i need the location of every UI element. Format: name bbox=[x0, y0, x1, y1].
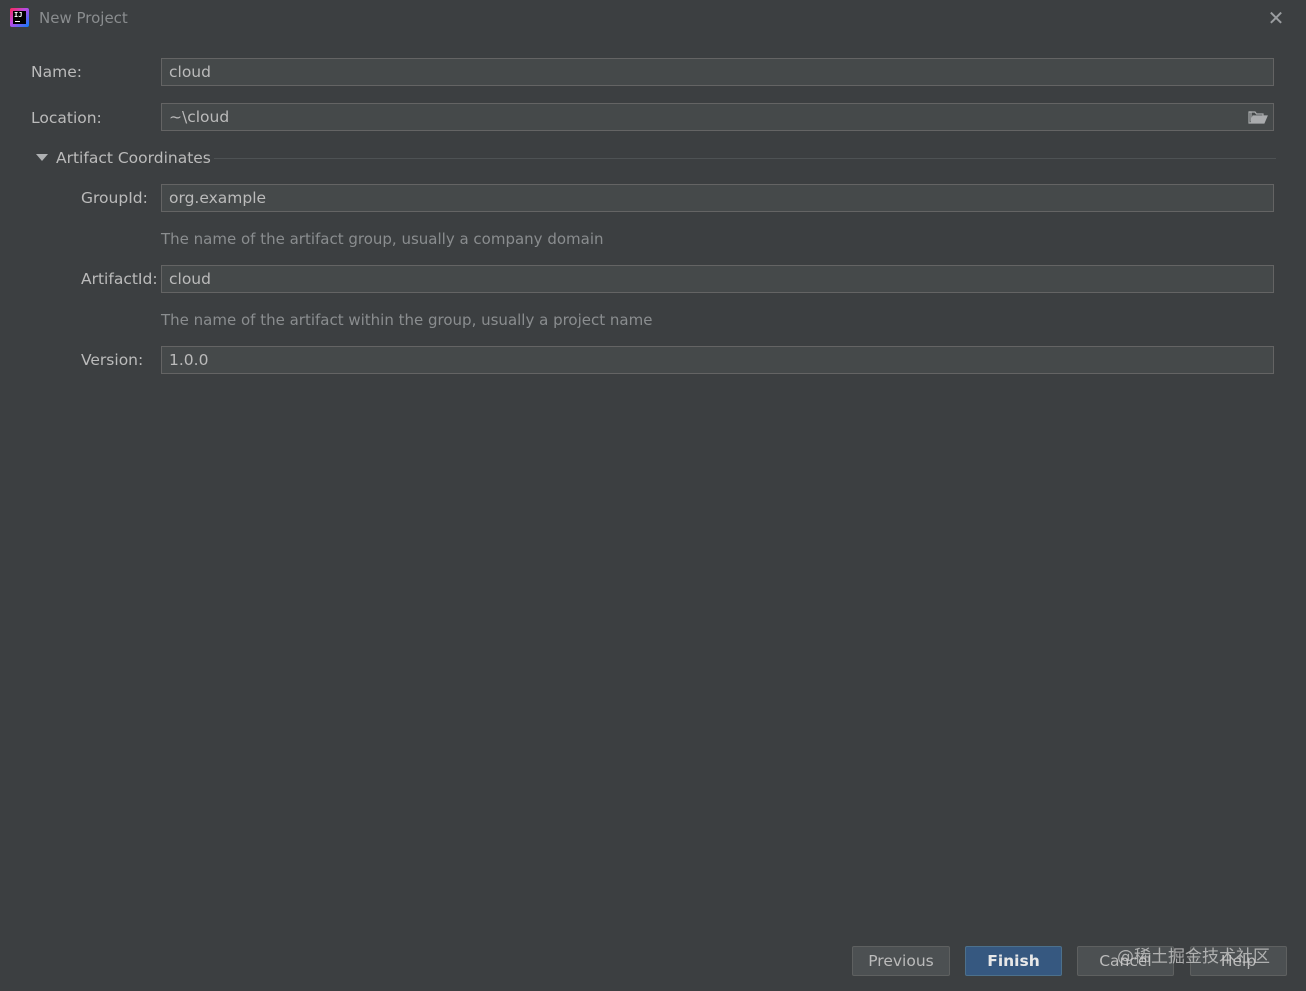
finish-button[interactable]: Finish bbox=[965, 946, 1062, 976]
section-divider bbox=[214, 158, 1276, 159]
previous-button[interactable]: Previous bbox=[852, 946, 950, 976]
version-label: Version: bbox=[81, 351, 144, 369]
app-icon-text: IJ bbox=[14, 11, 23, 19]
group-id-field[interactable] bbox=[161, 184, 1274, 212]
intellij-idea-icon: IJ bbox=[10, 8, 29, 27]
artifact-coordinates-section: Artifact Coordinates bbox=[34, 147, 1276, 169]
artifact-id-label: ArtifactId: bbox=[81, 270, 158, 288]
expand-triangle-icon[interactable] bbox=[36, 154, 48, 161]
artifact-id-hint: The name of the artifact within the grou… bbox=[161, 311, 653, 329]
group-id-hint: The name of the artifact group, usually … bbox=[161, 230, 604, 248]
version-field[interactable] bbox=[161, 346, 1274, 374]
window-title: New Project bbox=[39, 9, 128, 27]
location-field[interactable] bbox=[161, 103, 1274, 131]
name-label: Name: bbox=[31, 63, 82, 81]
section-title[interactable]: Artifact Coordinates bbox=[56, 149, 211, 167]
artifact-id-field[interactable] bbox=[161, 265, 1274, 293]
folder-icon[interactable] bbox=[1248, 109, 1268, 125]
location-label: Location: bbox=[31, 109, 102, 127]
title-bar: IJ New Project ✕ bbox=[0, 0, 1306, 36]
group-id-label: GroupId: bbox=[81, 189, 148, 207]
watermark: @稀土掘金技术社区 bbox=[1117, 947, 1270, 967]
close-icon[interactable]: ✕ bbox=[1267, 8, 1285, 28]
name-field[interactable] bbox=[161, 58, 1274, 86]
